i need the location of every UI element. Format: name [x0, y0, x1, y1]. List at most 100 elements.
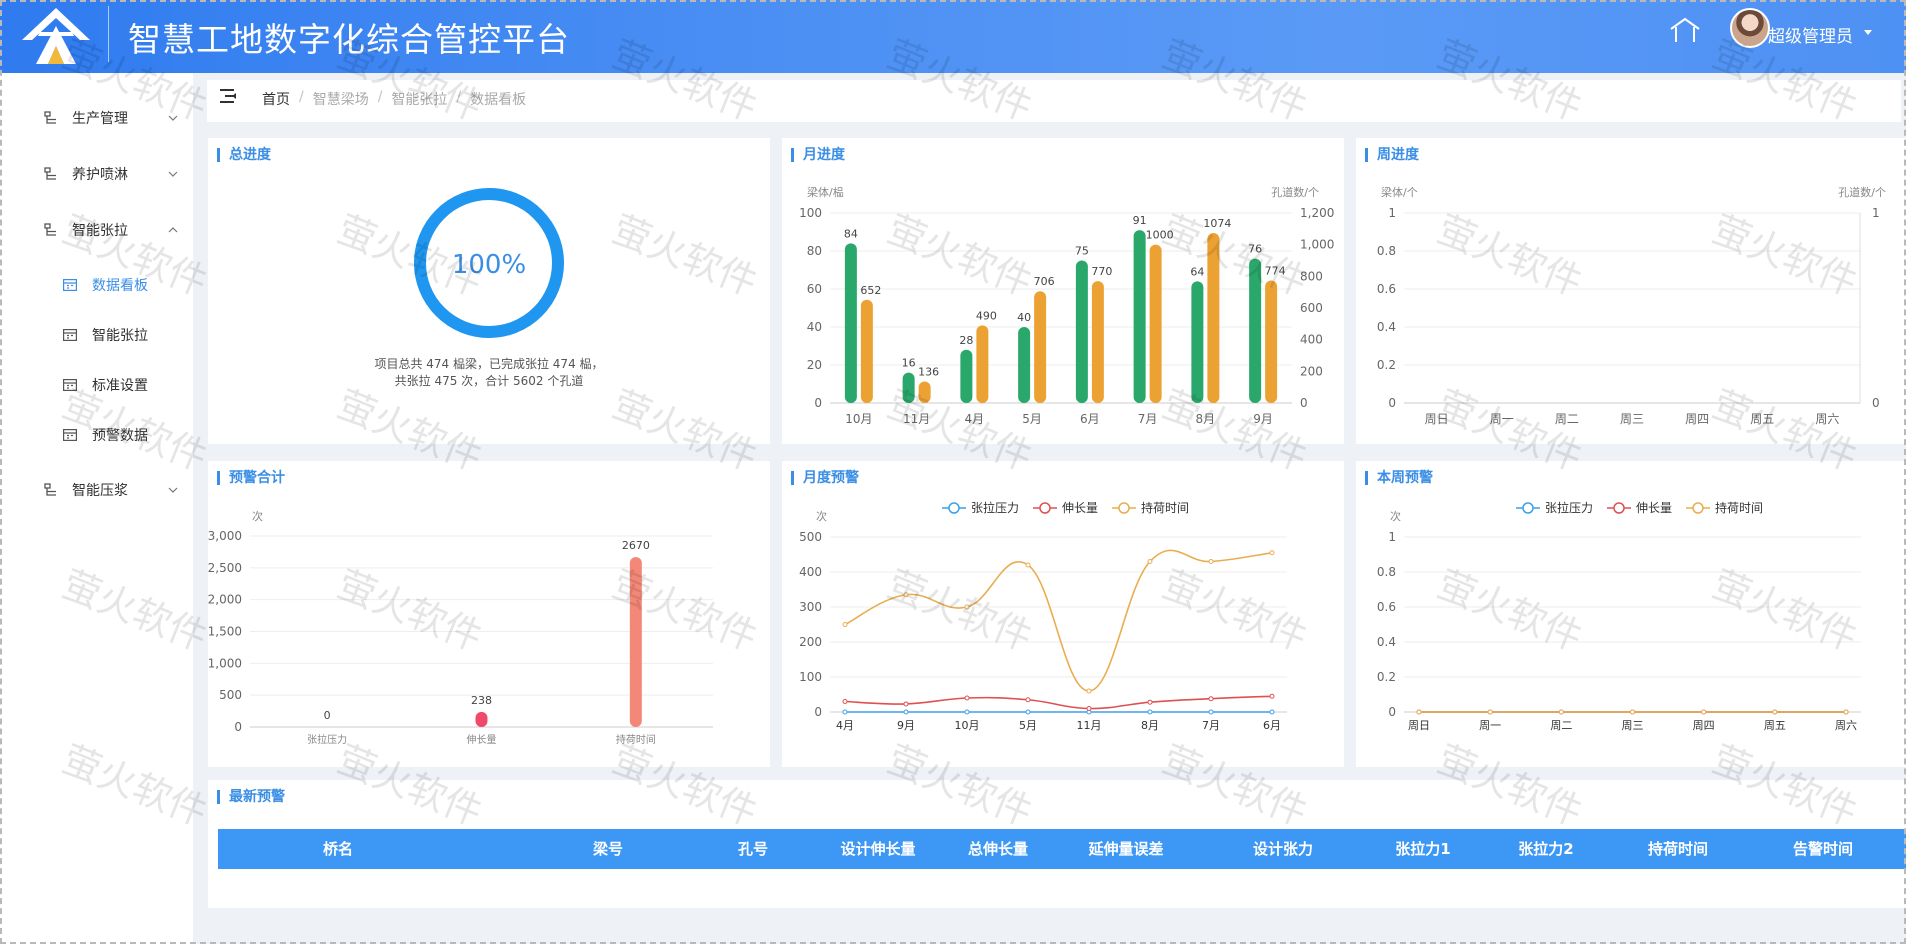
sidebar-item-label: 生产管理 — [72, 111, 128, 127]
home-icon[interactable] — [1668, 16, 1702, 46]
user-name[interactable]: 超级管理员 — [1768, 22, 1853, 47]
breadcrumb-item[interactable]: 智慧梁场 — [313, 89, 369, 109]
y-tick-label-right: 1,200 — [1300, 206, 1334, 220]
series-point — [1269, 693, 1275, 699]
sidebar-subitem-alarm-data[interactable]: 预警数据 — [0, 417, 193, 453]
x-tick-label: 周二 — [1555, 412, 1579, 426]
y-tick-label: 200 — [799, 635, 822, 649]
y-tick-label: 0.4 — [1377, 635, 1396, 649]
table-header-cell: 张拉力1 — [1395, 840, 1451, 858]
sidebar-item-label: 智能压浆 — [72, 483, 128, 499]
legend-label: 张拉压力 — [971, 500, 1019, 515]
alarm-bar — [629, 557, 642, 727]
menu-fold-icon[interactable] — [220, 88, 238, 104]
bar-data-label: 238 — [471, 694, 492, 707]
sidebar-subitem-dashboard[interactable]: 数据看板 — [0, 267, 193, 303]
y-tick-label: 400 — [799, 565, 822, 579]
y-axis-label-right: 孔道数/个 — [1838, 185, 1886, 199]
bar-data-label: 75 — [1075, 245, 1089, 258]
monthly-alarm-panel: 月度预警 次 0 100 200 300 400 500 张拉压力 伸长量 持荷时间 4月 9月 10月… — [782, 461, 1344, 767]
sidebar-item-smart-grouting[interactable]: 智能压浆 — [0, 472, 193, 508]
bar-left-series — [1191, 281, 1204, 403]
y-axis-label: 梁体/榀 — [807, 185, 844, 199]
sidebar-subitem-label: 标准设置 — [92, 378, 148, 394]
series-point — [1025, 562, 1031, 568]
series-point — [1487, 709, 1493, 715]
x-tick-label: 周三 — [1620, 412, 1644, 426]
x-tick-label: 4月 — [836, 719, 854, 732]
menu-group-icon — [44, 223, 56, 236]
breadcrumb-item[interactable]: 智能张拉 — [391, 89, 447, 109]
bar-data-label: 1000 — [1146, 229, 1174, 242]
sidebar-item-production[interactable]: 生产管理 — [0, 100, 193, 136]
y-tick-label: 0 — [1388, 705, 1396, 719]
sidebar-subitem-label: 智能张拉 — [92, 328, 148, 344]
x-tick-label: 周日 — [1425, 412, 1449, 426]
table-header-cell: 延伸量误差 — [1088, 840, 1164, 858]
bar-left-series — [1133, 230, 1146, 403]
bar-left-series — [844, 243, 857, 403]
series-point — [1086, 706, 1092, 711]
sidebar-subitem-smart-tension[interactable]: 智能张拉 — [0, 317, 193, 353]
bar-data-label: 1074 — [1203, 217, 1231, 230]
sidebar-item-label: 养护喷淋 — [72, 167, 128, 183]
table-header-cell: 孔号 — [737, 840, 768, 858]
y-tick-label: 500 — [799, 530, 822, 544]
series-point — [1025, 697, 1031, 703]
avatar[interactable] — [1730, 8, 1770, 48]
y-tick-label: 0.6 — [1377, 600, 1396, 614]
legend-label: 持荷时间 — [1141, 500, 1189, 515]
series-point — [903, 709, 909, 715]
series-point — [964, 709, 970, 715]
legend-marker — [1522, 502, 1534, 514]
chevron-down-icon[interactable] — [1862, 26, 1874, 38]
bar-data-label: 76 — [1248, 243, 1262, 256]
series-point — [1772, 709, 1778, 715]
bar-right-series — [860, 299, 873, 403]
y-axis-label: 梁体/个 — [1381, 185, 1418, 199]
x-tick-label: 周二 — [1550, 719, 1572, 732]
bar-data-label: 40 — [1017, 311, 1031, 324]
alarm-bar — [475, 711, 488, 727]
series-point — [964, 695, 970, 701]
bar-right-series — [1265, 280, 1278, 403]
bar-data-label: 490 — [976, 309, 997, 322]
progress-ring: 100% 项目总共 474 榀梁，已完成张拉 474 榀， 共张拉 475 次，… — [374, 188, 604, 388]
bar-left-series — [902, 372, 915, 403]
series-point — [1701, 709, 1707, 715]
chevron-up-icon — [168, 227, 178, 233]
x-tick-label: 9月 — [897, 719, 915, 732]
bar-data-label: 91 — [1133, 214, 1147, 227]
y-tick-label: 80 — [807, 244, 822, 258]
series-point — [1416, 709, 1422, 715]
series-line — [844, 549, 1273, 692]
y-tick-label: 0 — [1388, 396, 1396, 410]
x-tick-label: 11月 — [903, 412, 930, 426]
bar-left-series — [1075, 260, 1088, 403]
breadcrumb-home[interactable]: 首页 — [262, 89, 290, 109]
table-header-cell: 设计伸长量 — [840, 840, 916, 858]
y-tick-label-right: 1,000 — [1300, 238, 1334, 252]
series-point — [1208, 709, 1214, 715]
sidebar-item-smart-tension[interactable]: 智能张拉 — [0, 212, 193, 248]
bar-data-label: 652 — [860, 284, 881, 297]
legend-label: 伸长量 — [1062, 501, 1098, 515]
sidebar-subitem-standard-settings[interactable]: 标准设置 — [0, 367, 193, 403]
y-tick-label: 1,000 — [208, 656, 242, 670]
y-tick-label: 500 — [219, 688, 242, 702]
x-tick-label: 5月 — [1022, 412, 1042, 426]
table-header: 桥名 梁号 孔号 设计伸长量 总伸长量 延伸量误差 设计张力 张拉力1 张拉力2… — [218, 829, 1906, 869]
bar-data-label: 28 — [959, 334, 973, 347]
sidebar-item-curing-spray[interactable]: 养护喷淋 — [0, 156, 193, 192]
y-tick-label-right: 600 — [1300, 301, 1323, 315]
y-tick-label: 40 — [807, 320, 822, 334]
series-point — [1843, 709, 1849, 715]
series-point — [903, 701, 909, 707]
breadcrumb-separator: / — [299, 89, 304, 105]
breadcrumb: 首页 / 智慧梁场 / 智能张拉 / 数据看板 — [262, 89, 526, 109]
sidebar-subitem-label: 预警数据 — [92, 428, 148, 444]
y-tick-label: 3,000 — [208, 529, 242, 543]
x-tick-label: 周五 — [1764, 719, 1786, 732]
legend-marker — [948, 502, 960, 514]
total-progress-panel: 总进度 100% 项目总共 474 榀梁，已完成张拉 474 榀， 共张拉 47… — [208, 138, 770, 444]
